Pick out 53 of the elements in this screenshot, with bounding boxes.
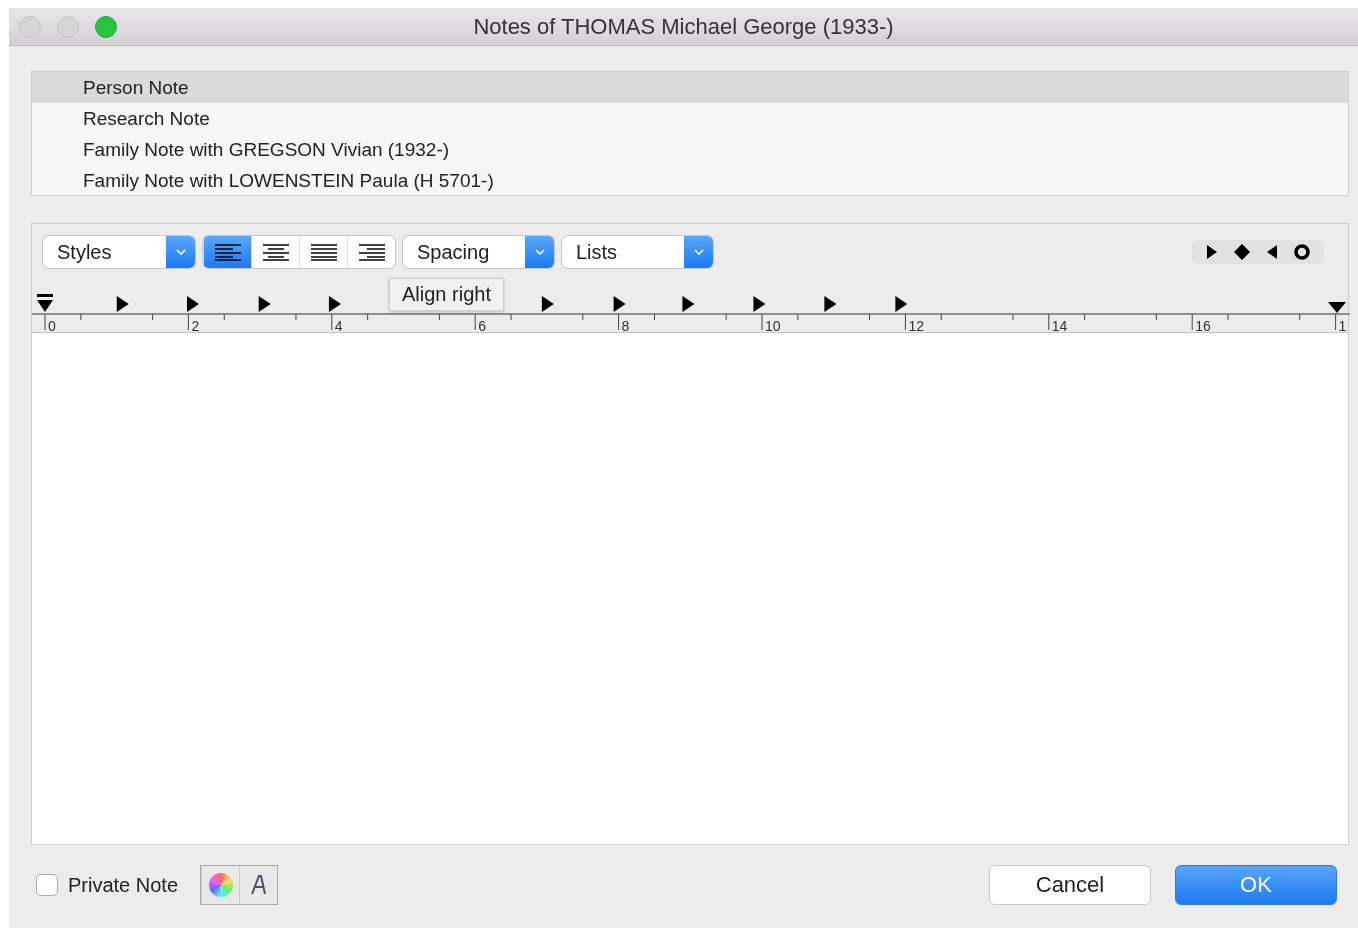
lists-dropdown[interactable]: Lists bbox=[562, 236, 713, 268]
tab-stop-icon[interactable] bbox=[824, 296, 837, 312]
styles-dropdown[interactable]: Styles bbox=[43, 236, 195, 268]
ruler-number: 2 bbox=[191, 318, 200, 332]
indent-marker-icon[interactable] bbox=[37, 294, 53, 312]
chevron-icon bbox=[684, 236, 713, 268]
ruler-number: 16 bbox=[1195, 318, 1211, 332]
chevron-icon bbox=[166, 236, 195, 268]
font-button[interactable] bbox=[239, 866, 278, 904]
ruler-number: 12 bbox=[908, 318, 924, 332]
ruler-number: 0 bbox=[48, 318, 56, 332]
cancel-button[interactable]: Cancel bbox=[989, 865, 1151, 905]
center-tab-icon[interactable] bbox=[1234, 244, 1250, 260]
tab-stop-icon[interactable] bbox=[541, 296, 554, 312]
letter-a-icon bbox=[250, 875, 267, 895]
ruler-number: 14 bbox=[1051, 318, 1068, 332]
note-list-item[interactable]: Family Note with GREGSON Vivian (1932-) bbox=[32, 134, 1348, 165]
ruler-number: 1 bbox=[1338, 318, 1347, 332]
align-left-icon bbox=[214, 243, 241, 261]
tab-stop-icon[interactable] bbox=[895, 296, 908, 312]
ruler-number: 10 bbox=[765, 318, 781, 332]
color-wheel-button[interactable] bbox=[201, 866, 240, 904]
align-left-button[interactable] bbox=[203, 236, 251, 268]
color-wheel-icon bbox=[208, 873, 233, 897]
align-center-button[interactable] bbox=[251, 236, 299, 268]
tab-stop-icon[interactable] bbox=[258, 296, 271, 312]
chevron-icon bbox=[525, 236, 554, 268]
decimal-tab-icon[interactable] bbox=[1294, 244, 1310, 260]
note-list-item[interactable]: Family Note with LOWENSTEIN Paula (H 5701-) bbox=[32, 165, 1348, 196]
align-justify-icon bbox=[310, 243, 337, 261]
ruler-number: 6 bbox=[478, 318, 486, 332]
window-title: Notes of THOMAS Michael George (1933-) bbox=[473, 13, 894, 40]
align-right-icon bbox=[358, 243, 385, 261]
align-justify-button[interactable] bbox=[299, 236, 347, 268]
note-list-item[interactable]: Person Note bbox=[32, 72, 1348, 103]
tooltip: Align right bbox=[389, 278, 504, 311]
note-list-item[interactable]: Research Note bbox=[32, 103, 1348, 134]
tab-stop-icon[interactable] bbox=[116, 296, 129, 312]
tab-stop-icon[interactable] bbox=[187, 296, 199, 312]
align-right-button[interactable] bbox=[347, 236, 395, 268]
private-note-label: Private Note bbox=[68, 873, 179, 897]
ruler-number: 8 bbox=[621, 318, 630, 332]
right-margin-icon[interactable] bbox=[1328, 302, 1346, 313]
left-tab-icon[interactable] bbox=[1206, 245, 1218, 259]
align-center-icon bbox=[262, 243, 289, 261]
tab-stop-icon[interactable] bbox=[613, 296, 626, 312]
checkbox[interactable] bbox=[36, 874, 58, 896]
spacing-dropdown[interactable]: Spacing bbox=[403, 236, 554, 268]
tab-stop-icon[interactable] bbox=[753, 296, 766, 312]
ruler-number: 4 bbox=[334, 318, 343, 332]
tab-stop-icon[interactable] bbox=[328, 296, 341, 312]
right-tab-icon[interactable] bbox=[1266, 245, 1278, 259]
tab-stop-icon[interactable] bbox=[682, 296, 695, 312]
